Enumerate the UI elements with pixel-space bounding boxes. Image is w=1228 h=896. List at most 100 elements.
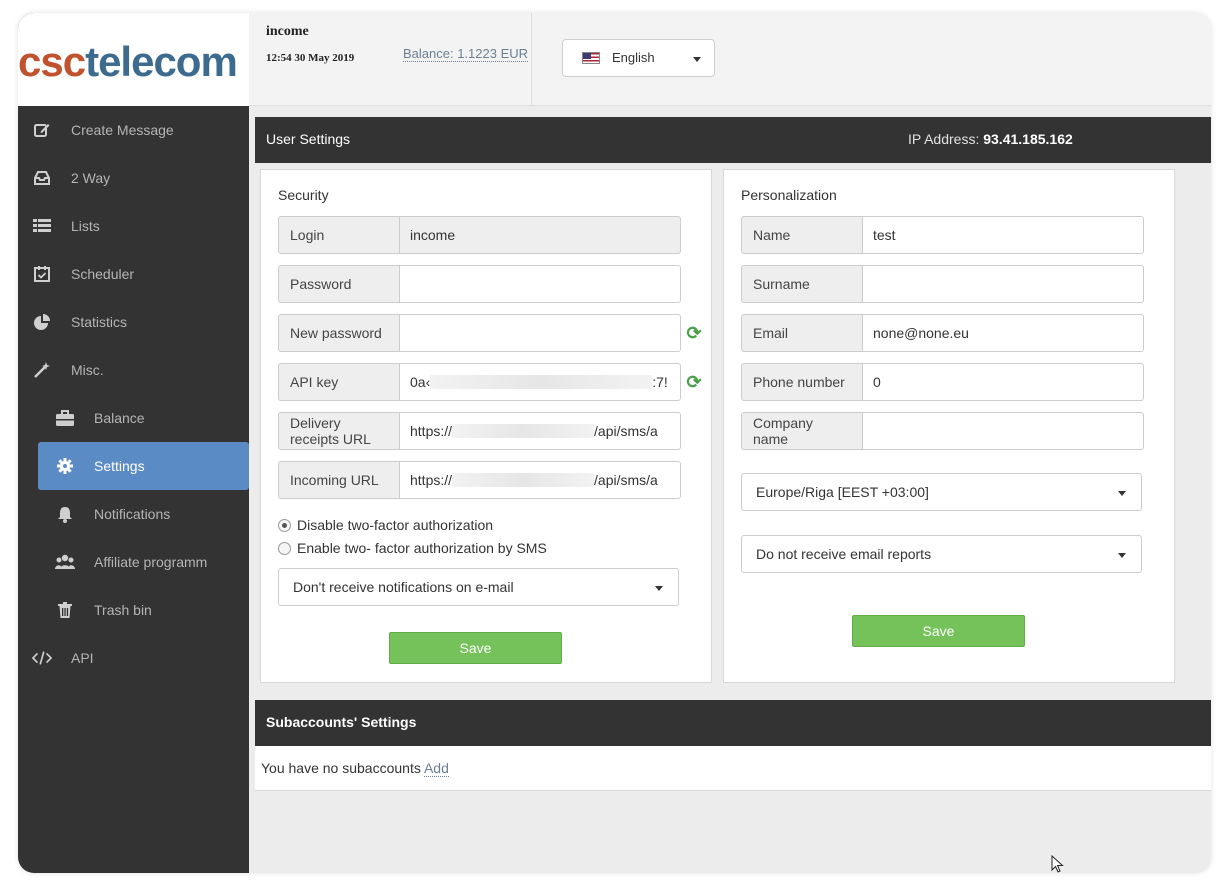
new-password-label: New password	[278, 314, 400, 352]
language-select[interactable]: English	[562, 39, 715, 77]
balance-link[interactable]: Balance: 1.1223 EUR	[403, 46, 529, 62]
delivery-label-line1: Delivery	[290, 415, 341, 431]
header-divider	[531, 13, 532, 106]
enable-2fa-label: Enable two- factor authorization by SMS	[297, 540, 547, 556]
brand-logo-part1: csc	[18, 38, 86, 85]
company-label-line1: Company	[753, 415, 813, 431]
incoming-url-label: Incoming URL	[278, 461, 400, 499]
incoming-url-group: Incoming URL https:// /api/sms/a	[278, 461, 681, 499]
sidebar-item-label: Scheduler	[71, 266, 135, 282]
api-key-value-end: :7!	[652, 374, 668, 390]
sidebar-item-label: Create Message	[71, 122, 174, 138]
sidebar-item-balance[interactable]: Balance	[18, 394, 249, 442]
app-window: csctelecom Create Message 2 Way Lists Sc…	[18, 13, 1211, 873]
brand-logo-part2: telecom	[85, 38, 238, 85]
code-icon	[32, 648, 52, 668]
user-settings-title: User Settings	[266, 131, 351, 147]
company-group: Company name	[741, 412, 1144, 450]
api-key-field[interactable]: 0a‹ :7!	[400, 363, 681, 401]
phone-group: Phone number 0	[741, 363, 1144, 401]
surname-field[interactable]	[863, 265, 1144, 303]
password-field[interactable]	[400, 265, 681, 303]
company-field[interactable]	[863, 412, 1144, 450]
chevron-down-icon	[1118, 491, 1126, 496]
brand-logo[interactable]: csctelecom	[18, 38, 238, 86]
delivery-url-end: /api/sms/a	[594, 423, 658, 439]
sidebar-item-create-message[interactable]: Create Message	[18, 106, 249, 154]
phone-field[interactable]: 0	[863, 363, 1144, 401]
name-label: Name	[741, 216, 863, 254]
email-notifications-value: Don't receive notifications on e-mail	[293, 579, 514, 595]
sidebar-item-label: Statistics	[71, 314, 128, 330]
security-save-button[interactable]: Save	[389, 632, 562, 664]
calendar-icon	[32, 264, 52, 284]
magic-wand-icon	[32, 360, 52, 380]
disable-2fa-option[interactable]: Disable two-factor authorization	[278, 517, 493, 533]
email-reports-select[interactable]: Do not receive email reports	[741, 535, 1142, 573]
top-header: income 12:54 30 May 2019 Balance: 1.1223…	[249, 13, 1211, 106]
redacted-blur	[452, 424, 595, 438]
add-subaccount-link[interactable]: Add	[423, 760, 449, 777]
sidebar-item-misc[interactable]: Misc.	[18, 346, 249, 394]
email-field[interactable]: none@none.eu	[863, 314, 1144, 352]
incoming-url-field[interactable]: https:// /api/sms/a	[400, 461, 681, 499]
subaccounts-title: Subaccounts' Settings	[266, 714, 417, 730]
disable-2fa-label: Disable two-factor authorization	[297, 517, 494, 533]
sidebar-item-scheduler[interactable]: Scheduler	[18, 250, 249, 298]
api-key-label: API key	[278, 363, 400, 401]
subaccounts-body: You have no subaccounts Add	[255, 746, 1211, 791]
username: income	[266, 24, 309, 39]
regenerate-api-key-refresh-icon[interactable]: ⟳	[684, 372, 704, 392]
company-label: Company name	[741, 412, 863, 450]
incoming-url-end: /api/sms/a	[594, 472, 658, 488]
sidebar-item-lists[interactable]: Lists	[18, 202, 249, 250]
chevron-down-icon	[693, 57, 701, 62]
security-section: Security Login income Password New passw…	[260, 169, 712, 683]
incoming-url-start: https://	[410, 472, 453, 488]
sidebar-item-label: Settings	[94, 458, 145, 474]
sidebar-item-label: 2 Way	[71, 170, 111, 186]
gear-icon	[55, 456, 75, 476]
sidebar-item-affiliate[interactable]: Affiliate programm	[18, 538, 249, 586]
enable-2fa-option[interactable]: Enable two- factor authorization by SMS	[278, 540, 547, 556]
inbox-icon	[32, 168, 52, 188]
sidebar-item-2-way[interactable]: 2 Way	[18, 154, 249, 202]
login-group: Login income	[278, 216, 681, 254]
timezone-value: Europe/Riga [EEST +03:00]	[756, 484, 929, 500]
login-label: Login	[278, 216, 400, 254]
sidebar-nav: Create Message 2 Way Lists Scheduler Sta…	[18, 106, 249, 682]
subaccounts-empty-text: You have no subaccounts	[261, 760, 424, 776]
delivery-url-start: https://	[410, 423, 453, 439]
sidebar-item-label: Trash bin	[94, 602, 152, 618]
sidebar-item-api[interactable]: API	[18, 634, 249, 682]
sidebar-item-trash-bin[interactable]: Trash bin	[18, 586, 249, 634]
pie-chart-icon	[32, 312, 52, 332]
generate-password-refresh-icon[interactable]: ⟳	[684, 323, 704, 343]
redacted-blur	[430, 375, 653, 389]
name-group: Name test	[741, 216, 1144, 254]
sidebar-item-statistics[interactable]: Statistics	[18, 298, 249, 346]
user-settings-header: User Settings IP Address: 93.41.185.162	[255, 117, 1211, 163]
delivery-receipts-url-label: Delivery receipts URL	[278, 412, 400, 450]
personalization-save-button[interactable]: Save	[852, 615, 1025, 647]
surname-label: Surname	[741, 265, 863, 303]
subaccounts-empty-message: You have no subaccounts Add	[261, 760, 449, 777]
delivery-receipts-url-field[interactable]: https:// /api/sms/a	[400, 412, 681, 450]
name-field[interactable]: test	[863, 216, 1144, 254]
email-label: Email	[741, 314, 863, 352]
us-flag-icon	[582, 52, 600, 64]
personalization-title: Personalization	[741, 187, 837, 203]
sidebar-item-label: Notifications	[94, 506, 171, 522]
logo-area: csctelecom	[18, 13, 249, 106]
chevron-down-icon	[655, 586, 663, 591]
radio-enable-2fa[interactable]	[278, 541, 291, 555]
sidebar-item-settings[interactable]: Settings	[38, 442, 249, 490]
radio-disable-2fa[interactable]	[278, 518, 291, 532]
delivery-receipts-url-group: Delivery receipts URL https:// /api/sms/a	[278, 412, 681, 450]
new-password-group: New password	[278, 314, 681, 352]
new-password-field[interactable]	[400, 314, 681, 352]
timezone-select[interactable]: Europe/Riga [EEST +03:00]	[741, 473, 1142, 511]
bell-icon	[55, 504, 75, 524]
sidebar-item-notifications[interactable]: Notifications	[18, 490, 249, 538]
email-notifications-select[interactable]: Don't receive notifications on e-mail	[278, 568, 679, 606]
